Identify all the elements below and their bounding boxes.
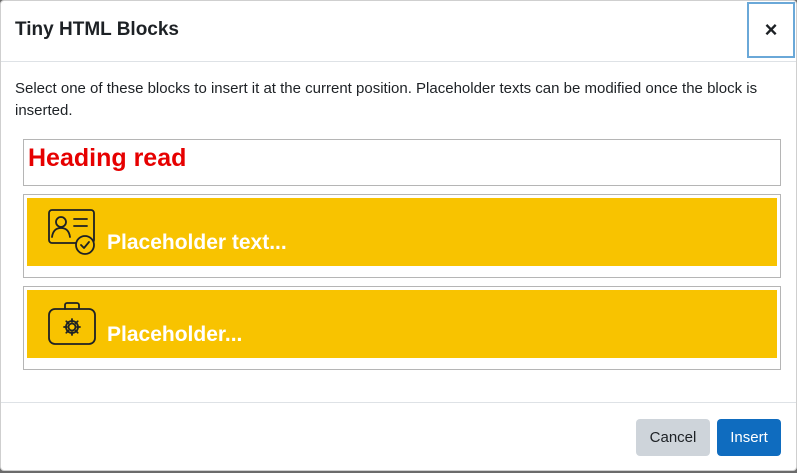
banner-text: Placeholder... <box>107 323 243 346</box>
insert-button[interactable]: Insert <box>717 419 781 456</box>
yellow-banner: Placeholder text... <box>27 198 777 266</box>
dialog-header: Tiny HTML Blocks × <box>1 1 796 62</box>
close-button[interactable]: × <box>747 2 795 58</box>
toolbox-gear-icon <box>48 302 96 345</box>
dialog-footer: Cancel Insert <box>1 402 796 472</box>
block-placeholder-option[interactable]: Placeholder... <box>23 286 781 370</box>
block-placeholder-text-option[interactable]: Placeholder text... <box>23 194 781 278</box>
intro-text: Select one of these blocks to insert it … <box>15 80 758 119</box>
yellow-banner: Placeholder... <box>27 290 777 358</box>
dialog-body: Select one of these blocks to insert it … <box>1 62 796 402</box>
heading-text: Heading read <box>28 144 187 172</box>
dialog-title: Tiny HTML Blocks <box>15 19 179 40</box>
id-card-check-icon <box>48 209 95 255</box>
cancel-button[interactable]: Cancel <box>636 419 710 456</box>
tiny-html-blocks-dialog: Tiny HTML Blocks × Select one of these b… <box>0 0 797 471</box>
banner-text: Placeholder text... <box>107 231 287 254</box>
block-heading-option[interactable]: Heading read <box>23 139 781 186</box>
